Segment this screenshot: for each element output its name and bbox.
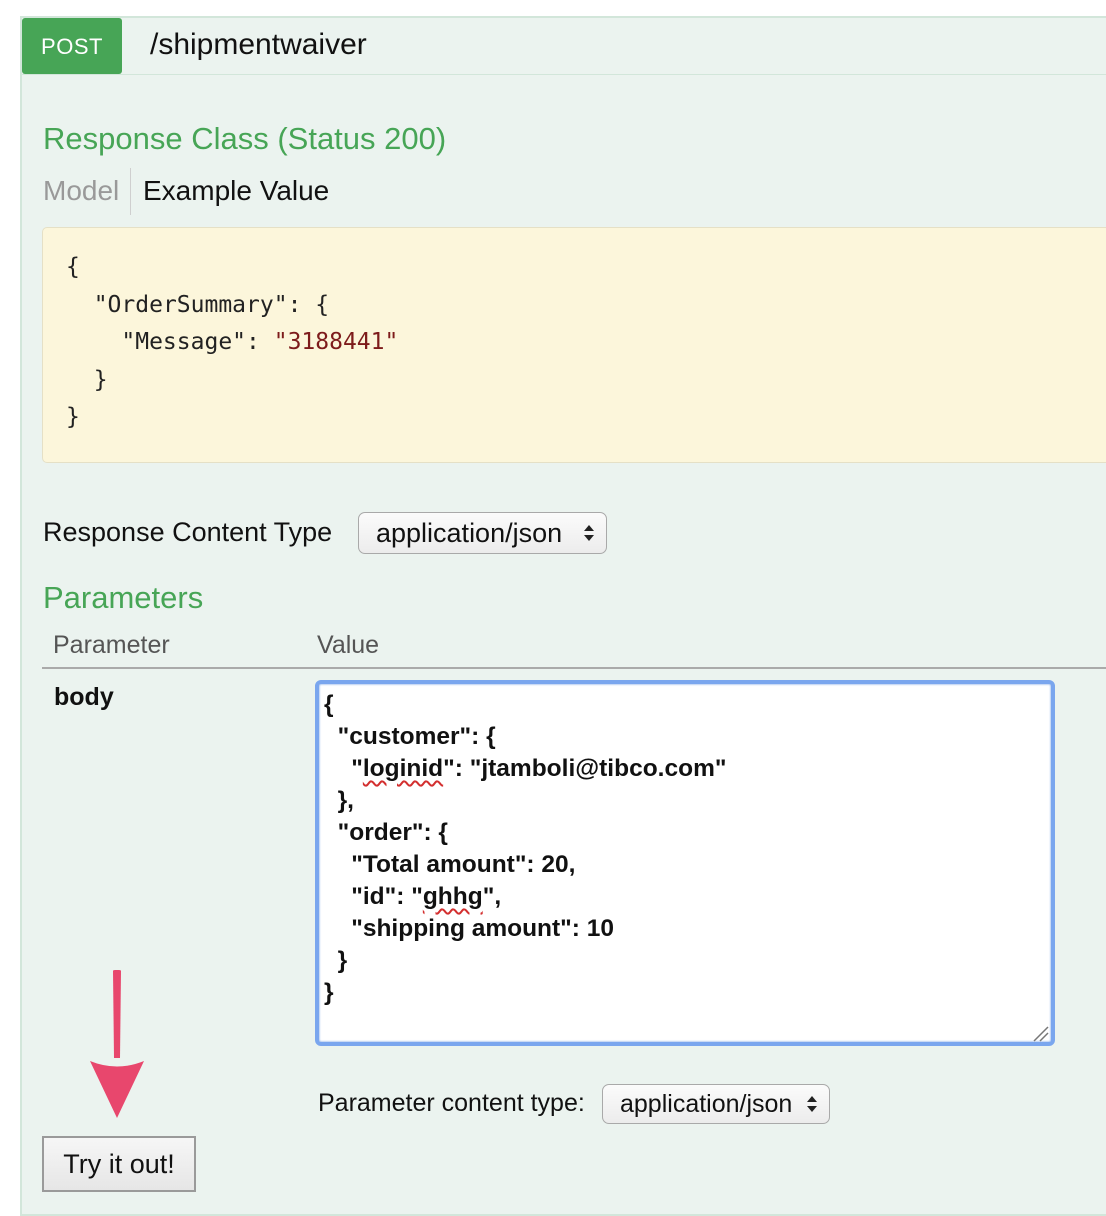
code-line-string-value: "3188441" [273,329,399,355]
code-line-key: "Message": [121,329,274,355]
body-line: "Total amount": 20, [324,851,576,878]
try-it-out-button[interactable]: Try it out! [42,1136,196,1192]
body-line: "customer": { [324,723,496,750]
parameter-content-type-select[interactable]: application/json [602,1084,830,1124]
column-header-value: Value [317,631,380,659]
body-line: "shipping amount": 10 [324,915,615,942]
body-line: } [324,979,334,1006]
parameter-content-type-value: application/json [620,1090,793,1118]
tab-divider [130,168,131,215]
parameter-name-body: body [54,683,114,711]
body-line: "id": " [324,883,423,910]
endpoint-path[interactable]: /shipmentwaiver [150,28,367,62]
response-content-type-label: Response Content Type [43,517,333,547]
body-line: " [324,755,363,782]
code-line: } [66,404,80,430]
body-line: }, [324,787,354,814]
column-header-parameter: Parameter [53,631,170,659]
down-arrow-icon [90,970,144,1118]
parameters-heading: Parameters [43,580,204,615]
up-down-chevron-icon [584,525,594,541]
up-down-chevron-icon [807,1096,817,1112]
spellcheck-flagged-word: ghhg [422,883,483,910]
response-class-heading: Response Class (Status 200) [43,121,447,156]
code-line: "OrderSummary": { [93,291,330,318]
body-line: ", [482,883,502,910]
response-content-type-select[interactable]: application/json [358,512,607,554]
code-line: } [93,366,108,393]
body-line: { [324,691,334,718]
code-line: { [66,254,80,280]
body-line: "order": { [324,819,448,846]
body-line: } [324,947,348,974]
http-method-badge[interactable]: POST [22,18,122,74]
response-content-type-value: application/json [376,518,563,548]
body-value-text[interactable]: { "customer": { "loginid": "jtamboli@tib… [324,689,726,1009]
body-line: ": "jtamboli@tibco.com" [443,755,727,782]
tab-model[interactable]: Model [43,174,119,208]
tab-example-value[interactable]: Example Value [143,174,329,208]
resize-handle-icon[interactable] [1031,1024,1049,1042]
example-value-code: { "OrderSummary": { "Message": "3188441"… [66,249,398,437]
parameter-content-type-label: Parameter content type: [318,1089,585,1117]
spellcheck-flagged-word: loginid [362,755,444,782]
table-header-divider [42,667,1106,669]
